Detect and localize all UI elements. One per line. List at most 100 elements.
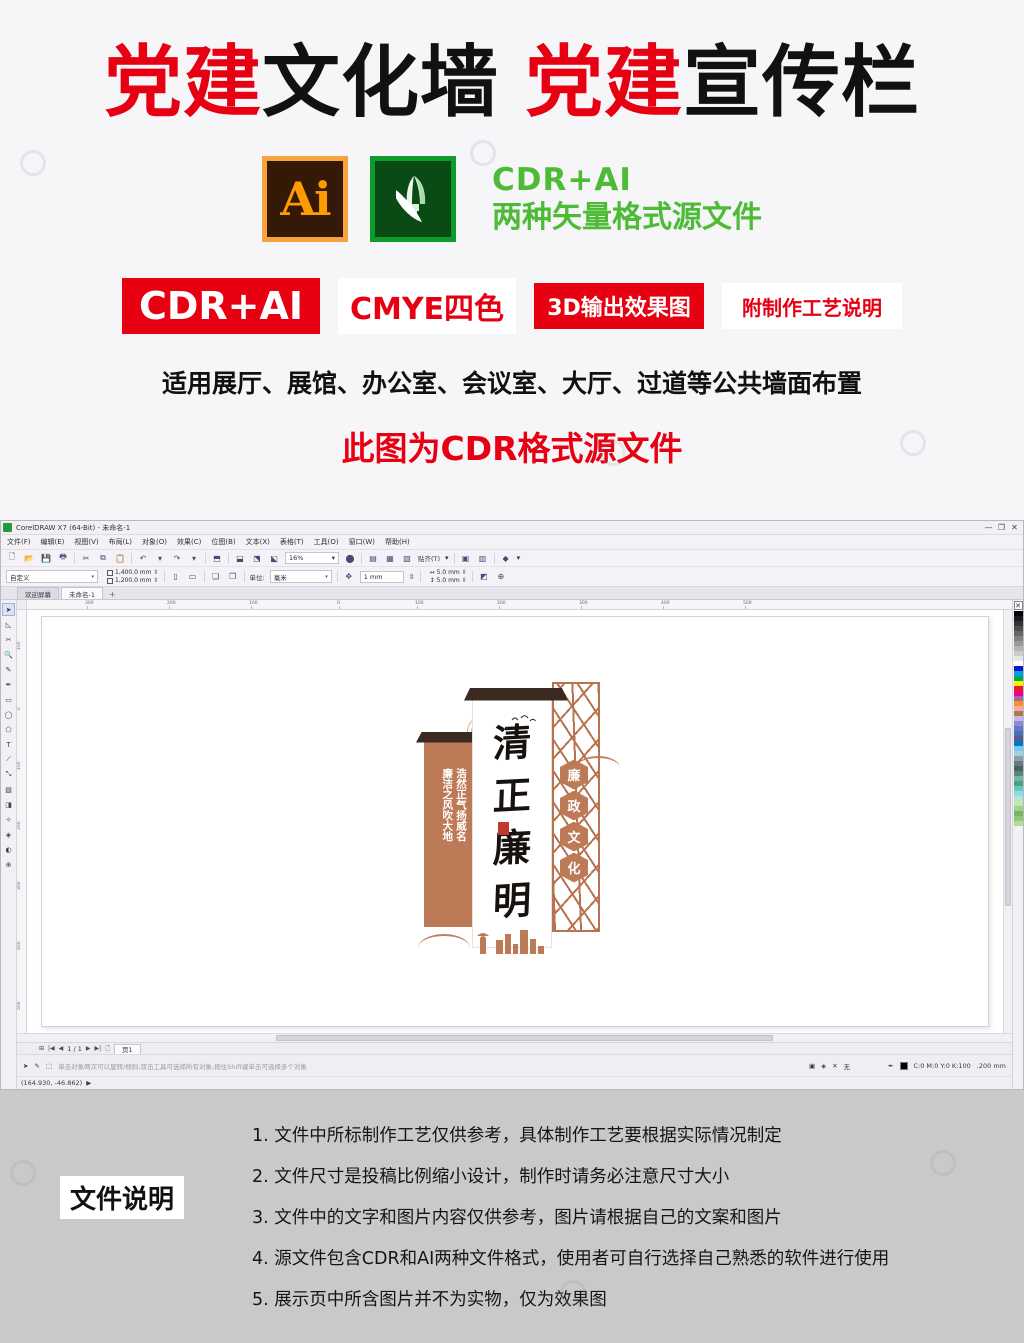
open-document-icon[interactable]: 📂 [23, 552, 35, 564]
duplicate-x-stepper[interactable]: ⇳ [462, 569, 467, 576]
status-outline-pen-icon[interactable]: ✒ [888, 1062, 893, 1070]
show-grid-icon[interactable]: ▦ [384, 552, 396, 564]
snap-chevron-down-icon[interactable]: ▾ [445, 554, 449, 562]
save-icon[interactable]: 💾 [40, 552, 52, 564]
polygon-tool-icon[interactable]: ⬠ [2, 723, 15, 736]
show-guidelines-icon[interactable]: ▧ [401, 552, 413, 564]
status-fill-dropper-icon[interactable]: ◈ [821, 1062, 826, 1070]
status-fill-swatch-icon[interactable]: ▣ [809, 1062, 815, 1070]
outline-tool-icon[interactable]: ◐ [2, 843, 15, 856]
page-width-value[interactable]: 1,400.0 mm [115, 569, 152, 576]
nudge-offset-input[interactable]: 1 mm [359, 570, 404, 583]
treat-as-filled-icon[interactable]: ◩ [478, 571, 490, 583]
transparency-tool-icon[interactable]: ◨ [2, 798, 15, 811]
ellipse-tool-icon[interactable]: ◯ [2, 708, 15, 721]
vertical-scrollbar[interactable] [1003, 610, 1012, 1033]
menu-item-bitmaps[interactable]: 位图(B) [211, 537, 235, 547]
interactive-fill-tool-icon[interactable]: ◈ [2, 828, 15, 841]
publish-pdf-icon[interactable]: ⬔ [251, 552, 263, 564]
page-height-value[interactable]: 1,200.0 mm [115, 577, 152, 584]
menu-item-table[interactable]: 表格(T) [280, 537, 304, 547]
duplicate-y-value[interactable]: 5.0 mm [437, 577, 460, 584]
no-color-swatch[interactable]: ✕ [1013, 601, 1023, 610]
close-button[interactable]: ✕ [1008, 522, 1021, 533]
add-page-button[interactable]: ⊞ [39, 1045, 44, 1052]
coreldraw-corel-connect-icon[interactable]: ◆ [500, 552, 512, 564]
shape-tool-icon[interactable]: ◺ [2, 618, 15, 631]
redo-dropdown-icon[interactable]: ▾ [188, 552, 200, 564]
launcher-chevron-down-icon[interactable]: ▾ [517, 554, 521, 562]
vertical-ruler[interactable]: 100 0 100 200 300 400 500 [17, 610, 27, 1033]
print-icon[interactable]: 🖶 [57, 552, 69, 564]
menu-item-text[interactable]: 文本(X) [246, 537, 270, 547]
previous-page-button[interactable]: ◀ [59, 1045, 64, 1052]
restore-button[interactable]: ❐ [995, 522, 1008, 533]
new-document-icon[interactable]: 🗋 [6, 552, 18, 564]
zoom-level-combobox[interactable]: 16% ▾ [285, 552, 339, 564]
drawing-canvas[interactable]: 清 正 廉 明 浩然正气扬威名 廉洁之风吹大地 廉 政 文 化 [27, 610, 1003, 1033]
zoom-tool-icon[interactable]: 🔍 [2, 648, 15, 661]
color-swatch[interactable] [1013, 821, 1023, 826]
show-rulers-icon[interactable]: ▤ [367, 552, 379, 564]
artwork-culture-wall[interactable]: 清 正 廉 明 浩然正气扬威名 廉洁之风吹大地 廉 政 文 化 [406, 672, 624, 972]
import-icon[interactable]: ⬒ [211, 552, 223, 564]
document-page[interactable]: 清 正 廉 明 浩然正气扬威名 廉洁之风吹大地 廉 政 文 化 [41, 616, 989, 1027]
page-tab-1[interactable]: 页1 [113, 1043, 141, 1054]
status-outline-color-swatch[interactable] [899, 1061, 908, 1070]
redo-icon[interactable]: ↷ [171, 552, 183, 564]
horizontal-ruler[interactable]: 300 200 100 0 100 200 300 400 500 [27, 600, 1012, 610]
application-launcher-icon[interactable]: ▥ [477, 552, 489, 564]
vertical-scrollbar-thumb[interactable] [1005, 728, 1011, 907]
color-eyedropper-tool-icon[interactable]: ✧ [2, 813, 15, 826]
last-page-button[interactable]: ▶| [95, 1045, 102, 1052]
parallel-dimension-tool-icon[interactable]: ⟋ [2, 753, 15, 766]
undo-dropdown-icon[interactable]: ▾ [154, 552, 166, 564]
coordinate-expand-icon[interactable]: ▶ [86, 1079, 91, 1087]
connect-icon[interactable]: ⬕ [268, 552, 280, 564]
page-height-stepper[interactable]: ⇳ [154, 577, 159, 584]
current-page-icon[interactable]: ❐ [227, 571, 239, 583]
ruler-origin-corner[interactable] [17, 600, 27, 610]
menu-item-help[interactable]: 帮助(H) [385, 537, 410, 547]
options-icon[interactable]: ▣ [460, 552, 472, 564]
all-pages-icon[interactable]: ❏ [210, 571, 222, 583]
horizontal-scrollbar[interactable] [17, 1033, 1012, 1042]
duplicate-y-stepper[interactable]: ⇳ [462, 577, 467, 584]
artistic-media-tool-icon[interactable]: ✒ [2, 678, 15, 691]
add-tab-button[interactable]: + [105, 590, 120, 599]
tab-welcome-screen[interactable]: 欢迎屏幕 [17, 587, 59, 599]
menu-item-edit[interactable]: 编辑(E) [41, 537, 65, 547]
first-page-button[interactable]: |◀ [48, 1045, 55, 1052]
duplicate-x-value[interactable]: 5.0 mm [437, 569, 460, 576]
add-page-icon[interactable]: ⊕ [495, 571, 507, 583]
page-preset-combobox[interactable]: 自定义 ▾ [6, 570, 98, 583]
add-page-tool-icon[interactable]: ⊕ [2, 858, 15, 871]
freehand-tool-icon[interactable]: ✎ [2, 663, 15, 676]
straight-line-connector-tool-icon[interactable]: ⤡ [2, 768, 15, 781]
page-width-stepper[interactable]: ⇳ [154, 569, 159, 576]
copy-icon[interactable]: ⧉ [97, 552, 109, 564]
menu-item-tools[interactable]: 工具(O) [314, 537, 339, 547]
portrait-orientation-icon[interactable]: ▯ [170, 571, 182, 583]
crop-tool-icon[interactable]: ✂ [2, 633, 15, 646]
menu-item-view[interactable]: 视图(V) [74, 537, 98, 547]
menu-item-layout[interactable]: 布局(L) [109, 537, 132, 547]
menu-item-window[interactable]: 窗口(W) [349, 537, 375, 547]
horizontal-scrollbar-thumb[interactable] [275, 1035, 774, 1041]
append-page-button[interactable]: 🗋 [105, 1044, 110, 1054]
undo-icon[interactable]: ↶ [137, 552, 149, 564]
menu-item-effects[interactable]: 效果(C) [177, 537, 201, 547]
drop-shadow-tool-icon[interactable]: ▧ [2, 783, 15, 796]
cut-icon[interactable]: ✂ [80, 552, 92, 564]
export-icon[interactable]: ⬓ [234, 552, 246, 564]
snap-to-label[interactable]: 贴齐(T) [418, 553, 440, 563]
nudge-stepper[interactable]: ⇳ [409, 573, 415, 581]
menu-item-object[interactable]: 对象(O) [142, 537, 167, 547]
text-tool-icon[interactable]: T [2, 738, 15, 751]
unit-combobox[interactable]: 毫米 ▾ [269, 570, 332, 583]
paste-icon[interactable]: 📋 [114, 552, 126, 564]
landscape-orientation-icon[interactable]: ▭ [187, 571, 199, 583]
minimize-button[interactable]: — [982, 522, 995, 533]
tab-untitled-1[interactable]: 未命名-1 [61, 587, 103, 599]
fullscreen-preview-icon[interactable]: ⬤ [344, 552, 356, 564]
